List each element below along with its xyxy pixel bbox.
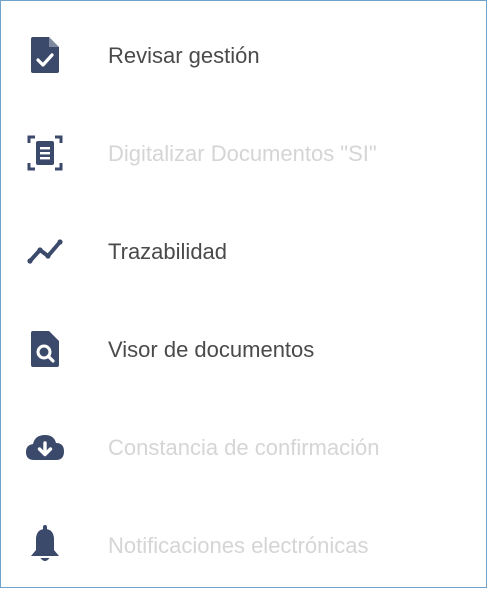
menu-item-label: Constancia de confirmación (108, 435, 380, 460)
menu-item-revisar-gestion[interactable]: Revisar gestión (1, 7, 486, 105)
menu-item-constancia-de-confirmacion[interactable]: Constancia de confirmación (1, 399, 486, 497)
menu-item-trazabilidad[interactable]: Trazabilidad (1, 203, 486, 301)
actions-menu: Revisar gestión Digitalizar Documentos "… (0, 0, 487, 588)
cloud-download-icon (21, 423, 69, 471)
file-check-icon (21, 31, 69, 79)
menu-item-digitalizar-documentos[interactable]: Digitalizar Documentos "SI" (1, 105, 486, 203)
menu-item-notificaciones-electronicas[interactable]: Notificaciones electrónicas (1, 497, 486, 595)
trend-line-icon (21, 227, 69, 275)
bell-icon (21, 521, 69, 569)
menu-item-label: Revisar gestión (108, 43, 260, 68)
menu-item-label: Digitalizar Documentos "SI" (108, 141, 377, 166)
menu-item-label: Notificaciones electrónicas (108, 533, 369, 558)
menu-item-visor-de-documentos[interactable]: Visor de documentos (1, 301, 486, 399)
menu-item-label: Trazabilidad (108, 239, 228, 264)
scan-document-icon (21, 129, 69, 177)
file-search-icon (21, 325, 69, 373)
menu-item-label: Visor de documentos (108, 337, 315, 362)
